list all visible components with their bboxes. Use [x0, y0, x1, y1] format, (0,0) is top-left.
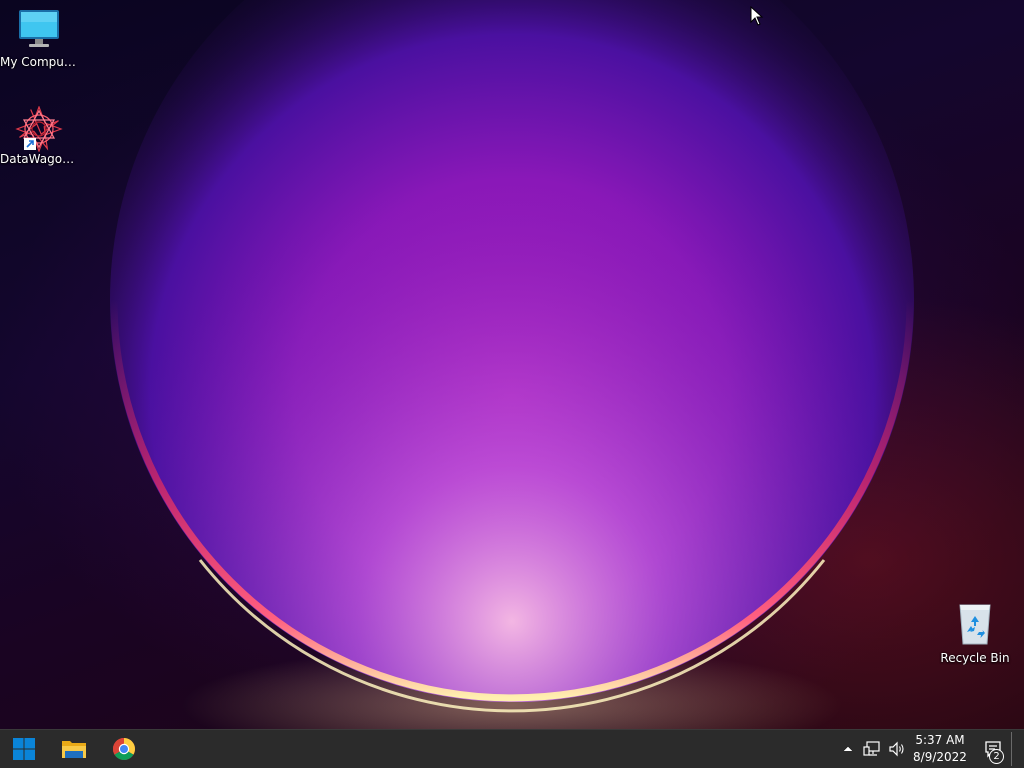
desktop-icon-label: DataWagon...: [0, 152, 78, 166]
datawagon-shortcut-icon: [15, 105, 63, 153]
start-button[interactable]: [0, 730, 48, 768]
network-icon: [863, 741, 880, 756]
wallpaper: [110, 0, 914, 729]
desktop-icon-recycle-bin[interactable]: Recycle Bin: [936, 602, 1014, 665]
desktop[interactable]: My Computer DataWagon... Recycle Bin: [0, 0, 1024, 729]
taskbar: 5:37 AM 8/9/2022 2: [0, 729, 1024, 768]
clock-time: 5:37 AM: [915, 733, 965, 747]
mouse-cursor-icon: [750, 6, 764, 26]
desktop-icon-my-computer[interactable]: My Computer: [0, 8, 78, 69]
clock-date: 8/9/2022: [913, 750, 967, 764]
show-desktop-button[interactable]: [1011, 732, 1021, 766]
monitor-icon: [0, 8, 78, 53]
tray-volume[interactable]: [886, 730, 908, 768]
notification-count-badge: 2: [989, 749, 1004, 764]
desktop-icon-label: Recycle Bin: [940, 651, 1010, 665]
tray-overflow-button[interactable]: [840, 730, 856, 768]
taskbar-chrome[interactable]: [100, 730, 148, 768]
speaker-icon: [889, 741, 904, 757]
taskbar-clock[interactable]: 5:37 AM 8/9/2022: [906, 732, 974, 766]
desktop-icon-label: My Computer: [0, 55, 78, 69]
windows-logo-icon: [13, 738, 35, 760]
recycle-bin-icon: [936, 602, 1014, 649]
desktop-icon-datawagon[interactable]: DataWagon...: [0, 105, 78, 166]
folder-icon: [62, 741, 86, 758]
taskbar-file-explorer[interactable]: [50, 730, 98, 768]
chrome-icon: [113, 738, 135, 760]
tray-network[interactable]: [861, 730, 883, 768]
chevron-up-icon: [843, 746, 853, 752]
